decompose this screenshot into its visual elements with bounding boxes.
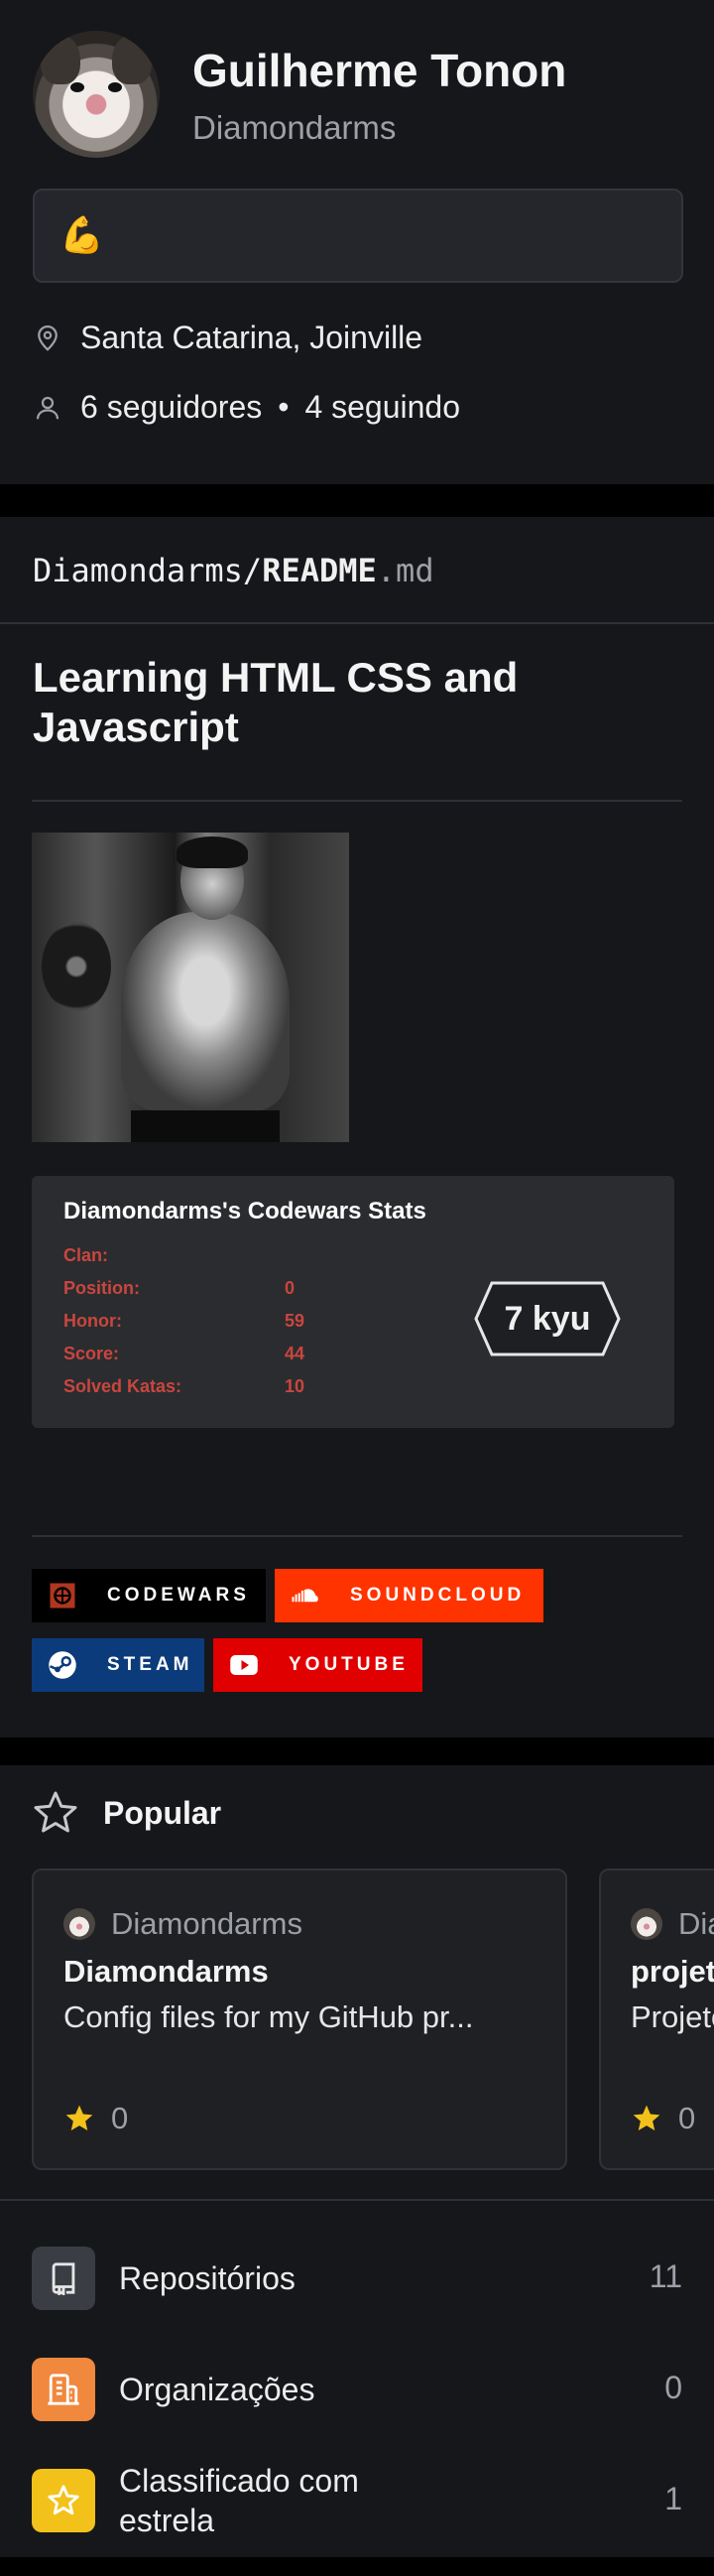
follow-row: 6 seguidores • 4 seguindo: [33, 389, 460, 426]
owner-avatar: [63, 1908, 95, 1940]
repo-stars: 0: [63, 2101, 128, 2136]
bodybuilder-image: [32, 833, 349, 1142]
honor-label: Honor:: [63, 1311, 122, 1331]
readme-title: Learning HTML CSS and Javascript: [33, 654, 519, 750]
steam-badge-label: STEAM: [107, 1654, 193, 1675]
separator-dot: •: [278, 389, 290, 425]
location-row: Santa Catarina, Joinville: [33, 320, 422, 356]
status-box[interactable]: 💪: [33, 189, 683, 283]
location-text: Santa Catarina, Joinville: [80, 320, 423, 355]
readme-path[interactable]: Diamondarms/README.md: [33, 552, 434, 589]
links-divider: [0, 2199, 714, 2201]
following-link[interactable]: 4 seguindo: [304, 389, 460, 426]
repo-star-count: 0: [678, 2101, 696, 2135]
repo-owner-name: Diamondarms: [111, 1906, 302, 1941]
soundcloud-badge-label: SOUNDCLOUD: [350, 1585, 526, 1606]
followers-link[interactable]: 6 seguidores: [80, 389, 262, 426]
repositories-label: Repositórios: [119, 2260, 296, 2296]
starred-link[interactable]: Classificado com estrela 1: [0, 2445, 714, 2556]
star-icon: [32, 2469, 95, 2532]
repositories-link[interactable]: Repositórios 11: [0, 2223, 714, 2334]
organization-icon: [32, 2358, 95, 2421]
owner-avatar: [631, 1908, 662, 1940]
codewars-icon: [50, 1583, 75, 1609]
readme-divider: [0, 622, 714, 624]
position-value: 0: [285, 1278, 296, 1298]
status-emoji: 💪: [60, 214, 104, 255]
steam-icon: [49, 1651, 76, 1679]
badges-divider: [32, 1535, 682, 1537]
repo-description: Projeto: [631, 1999, 714, 2034]
repo-name: projeto: [631, 1954, 714, 1989]
repo-owner-name: Diamondarms: [678, 1906, 714, 1941]
repo-description: Config files for my GitHub pr...: [63, 1999, 474, 2034]
organizations-link[interactable]: Organizações 0: [0, 2334, 714, 2445]
repo-stars: 0: [631, 2101, 695, 2136]
readme-section: Diamondarms/README.md Learning HTML CSS …: [0, 517, 714, 1738]
katas-value: 10: [285, 1376, 305, 1396]
star-outline-icon: [34, 1791, 77, 1833]
organizations-label: Organizações: [119, 2372, 315, 2407]
profile-name: Guilherme Tonon: [192, 45, 567, 96]
popular-title: Popular: [103, 1795, 222, 1831]
person-icon: [36, 396, 60, 419]
codewars-stats-card[interactable]: Diamondarms's Codewars Stats Clan: Posit…: [32, 1176, 674, 1428]
soundcloud-badge[interactable]: SOUNDCLOUD: [275, 1569, 543, 1622]
star-filled-icon: [633, 2105, 660, 2130]
repo-icon: [32, 2247, 95, 2310]
soundcloud-icon: [292, 1589, 318, 1603]
organizations-count: 0: [664, 2370, 682, 2405]
honor-value: 59: [285, 1311, 305, 1331]
profile-login: Diamondarms: [192, 109, 397, 146]
profile-links: Repositórios 11 Organizações 0 Classific…: [0, 2199, 714, 2557]
popular-section: Popular Diamondarms Diamondarms Config f…: [0, 1765, 714, 2199]
youtube-icon: [230, 1655, 258, 1675]
readme-ext: .md: [376, 552, 434, 589]
codewars-badge-label: CODEWARS: [107, 1585, 250, 1606]
repo-name: Diamondarms: [63, 1954, 269, 1989]
codewars-badge[interactable]: CODEWARS: [32, 1569, 266, 1622]
readme-file: README: [262, 552, 377, 589]
katas-label: Solved Katas:: [63, 1376, 182, 1396]
clan-label: Clan:: [63, 1245, 108, 1265]
youtube-badge-label: YOUTUBE: [289, 1654, 409, 1675]
rank-badge: 7 kyu: [504, 1300, 591, 1338]
youtube-badge[interactable]: YOUTUBE: [213, 1638, 422, 1692]
steam-badge[interactable]: STEAM: [32, 1638, 204, 1692]
score-value: 44: [285, 1344, 305, 1363]
repositories-count: 11: [649, 2258, 682, 2294]
profile-header: Guilherme Tonon Diamondarms 💪 Santa Cata…: [0, 0, 714, 484]
repo-owner: Diamondarms: [63, 1906, 302, 1942]
position-label: Position:: [63, 1278, 140, 1298]
avatar[interactable]: [33, 31, 160, 158]
location-icon: [38, 324, 58, 351]
star-filled-icon: [65, 2105, 93, 2130]
score-label: Score:: [63, 1344, 120, 1363]
readme-owner: Diamondarms/: [33, 552, 263, 589]
codewars-stats-title: Diamondarms's Codewars Stats: [63, 1198, 426, 1224]
repo-card[interactable]: Diamondarms projeto Projeto 0: [599, 1868, 714, 2170]
repo-card[interactable]: Diamondarms Diamondarms Config files for…: [32, 1868, 567, 2170]
repo-owner: Diamondarms: [631, 1906, 714, 1942]
title-divider: [32, 800, 682, 802]
repo-star-count: 0: [111, 2101, 129, 2135]
starred-count: 1: [664, 2481, 682, 2516]
starred-label: Classificado com estrela: [119, 2463, 359, 2538]
